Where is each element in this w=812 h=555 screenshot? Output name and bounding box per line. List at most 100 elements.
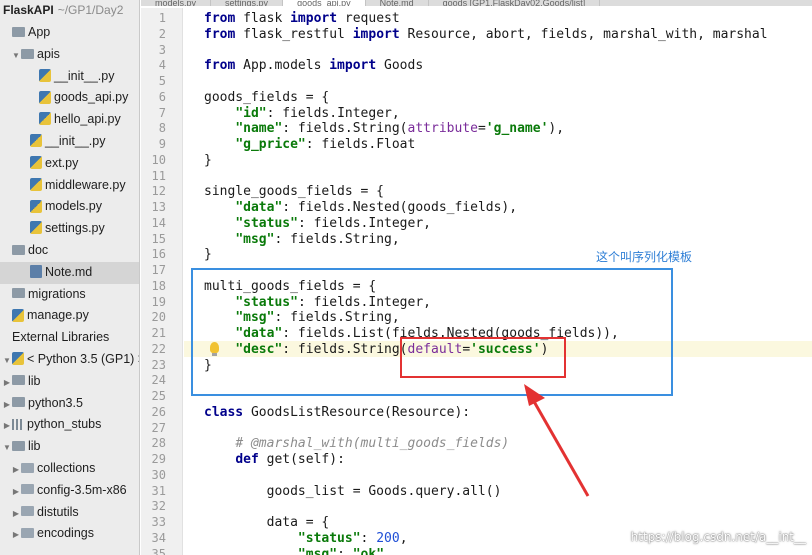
tree-item[interactable]: models.py: [0, 196, 139, 218]
tree-item[interactable]: __init__.py: [0, 66, 139, 88]
folder-icon: [12, 440, 25, 451]
line-number: 25: [151, 389, 166, 403]
tree-item-label: apis: [37, 46, 60, 61]
chevron-down-icon[interactable]: ▼: [11, 45, 21, 67]
annotation-label: 这个叫序列化模板: [596, 250, 693, 264]
code-line[interactable]: }: [204, 153, 212, 168]
chevron-right-icon[interactable]: ▶: [11, 459, 21, 481]
tree-item-label: distutils: [37, 504, 79, 519]
tree-item[interactable]: External Libraries: [0, 327, 139, 349]
package-icon: [21, 484, 34, 495]
chevron-right-icon[interactable]: ▶: [2, 394, 12, 416]
tree-item[interactable]: ext.py: [0, 153, 139, 175]
tree-item[interactable]: ▼ < Python 3.5 (GP1) >: [0, 349, 139, 371]
python-file-icon: [39, 68, 51, 82]
line-number: 17: [151, 263, 166, 277]
folder-icon: [12, 244, 25, 255]
tree-item-label: __init__.py: [54, 68, 115, 83]
project-tree-panel[interactable]: FlaskAPI ~/GP1/Day2 App ▼ apis __init__.py go…: [0, 0, 140, 555]
tree-item[interactable]: ▶ lib: [0, 371, 139, 393]
line-number: 4: [158, 58, 166, 73]
code-line[interactable]: "status": 200,: [204, 531, 408, 546]
line-number: 10: [151, 152, 166, 167]
line-number: 34: [151, 530, 166, 545]
code-line[interactable]: "g_price": fields.Float: [204, 137, 415, 152]
python-sdk-icon: [12, 352, 24, 366]
tree-item-label: External Libraries: [12, 330, 110, 345]
line-number: 19: [151, 294, 166, 309]
tree-item[interactable]: ▼ apis: [0, 44, 139, 66]
code-line[interactable]: "id": fields.Integer,: [204, 106, 399, 121]
markdown-file-icon: [30, 264, 42, 278]
code-line[interactable]: "status": fields.Integer,: [204, 216, 431, 231]
code-line[interactable]: def get(self):: [204, 452, 345, 467]
tree-item[interactable]: settings.py: [0, 218, 139, 240]
file-tree: App ▼ apis __init__.py goods_api.py hello_api…: [0, 22, 139, 545]
line-number: 11: [151, 168, 166, 183]
code-line[interactable]: goods_fields = {: [204, 90, 329, 105]
tree-item-label: lib: [28, 439, 41, 454]
code-line[interactable]: single_goods_fields = {: [204, 184, 384, 199]
line-number: 18: [151, 278, 166, 293]
line-number: 22: [151, 341, 166, 356]
bars-icon: [12, 418, 24, 430]
tree-item[interactable]: App: [0, 22, 139, 44]
tree-item[interactable]: ▶ python3.5: [0, 393, 139, 415]
code-line[interactable]: # @marshal_with(multi_goods_fields): [204, 436, 509, 451]
tree-item[interactable]: doc: [0, 240, 139, 262]
tab-3[interactable]: Note.md: [366, 0, 429, 6]
tab-4[interactable]: goods [GP1.FlaskDay02.Goods/list]: [429, 0, 601, 6]
tree-item[interactable]: hello_api.py: [0, 109, 139, 131]
tab-0[interactable]: models.py: [141, 0, 212, 6]
chevron-right-icon[interactable]: ▶: [11, 481, 21, 503]
tree-item[interactable]: manage.py: [0, 305, 139, 327]
chevron-right-icon[interactable]: ▶: [2, 415, 12, 437]
line-number: 12: [151, 184, 166, 199]
tree-item-label: __init__.py: [45, 133, 106, 148]
tab-1[interactable]: settings.py: [211, 0, 284, 6]
tree-item[interactable]: migrations: [0, 284, 139, 306]
line-number: 6: [158, 89, 166, 104]
line-number: 8: [158, 121, 166, 136]
chevron-right-icon[interactable]: ▶: [2, 372, 12, 394]
tree-item[interactable]: ▶ collections: [0, 458, 139, 480]
package-icon: [21, 506, 34, 517]
tree-item[interactable]: ▶ python_stubs: [0, 414, 139, 436]
tree-item[interactable]: middleware.py: [0, 175, 139, 197]
tree-item[interactable]: goods_api.py: [0, 87, 139, 109]
tab-2[interactable]: goods_api.py: [283, 0, 366, 6]
tree-item[interactable]: Note.md: [0, 261, 139, 284]
tree-item[interactable]: ▶ config-3.5m-x86: [0, 480, 139, 502]
chevron-right-icon[interactable]: ▶: [11, 503, 21, 525]
code-line[interactable]: from App.models import Goods: [204, 58, 423, 73]
code-line[interactable]: class GoodsListResource(Resource):: [204, 405, 470, 420]
line-number: 7: [158, 105, 166, 120]
code-line[interactable]: data = {: [204, 515, 330, 530]
folder-icon: [12, 375, 25, 386]
code-line[interactable]: "msg": "ok",: [204, 547, 392, 555]
line-number: 27: [151, 420, 166, 435]
tree-item[interactable]: ▼ lib: [0, 436, 139, 458]
line-number: 26: [151, 404, 166, 419]
folder-icon: [21, 48, 34, 59]
code-line[interactable]: from flask import request: [204, 11, 400, 26]
chevron-down-icon[interactable]: ▼: [2, 350, 12, 372]
tree-item-label: manage.py: [27, 308, 89, 323]
project-header[interactable]: FlaskAPI ~/GP1/Day2: [0, 0, 139, 22]
code-line[interactable]: "name": fields.String(attribute='g_name'…: [204, 121, 564, 136]
tree-item[interactable]: ▶ distutils: [0, 502, 139, 524]
chevron-right-icon[interactable]: ▶: [11, 524, 21, 546]
tree-item[interactable]: __init__.py: [0, 131, 139, 153]
watermark-text: https://blog.csdn.net/a__int__: [630, 530, 806, 544]
python-file-icon: [30, 155, 42, 169]
tree-item[interactable]: ▶ encodings: [0, 523, 139, 545]
chevron-down-icon[interactable]: ▼: [2, 437, 12, 459]
code-line[interactable]: }: [204, 247, 212, 262]
line-number: 13: [151, 200, 166, 214]
tree-item-label: models.py: [45, 199, 102, 214]
code-line[interactable]: "data": fields.Nested(goods_fields),: [204, 200, 517, 215]
code-line[interactable]: from flask_restful import Resource, abor…: [204, 27, 768, 42]
code-line[interactable]: goods_list = Goods.query.all(): [204, 484, 502, 499]
project-name: FlaskAPI: [3, 3, 54, 17]
code-line[interactable]: "msg": fields.String,: [204, 232, 399, 247]
